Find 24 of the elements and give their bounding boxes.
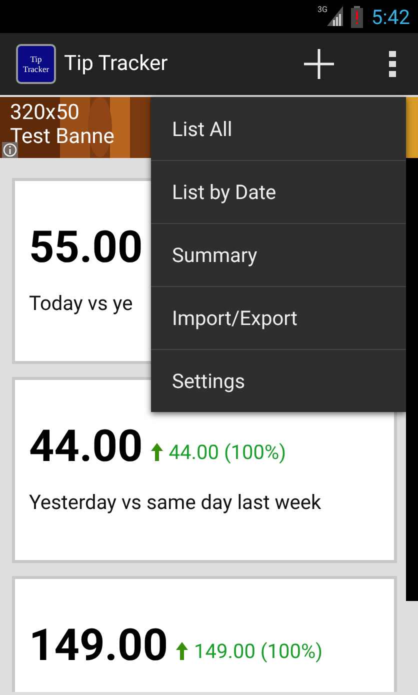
amount-value: 44.00 bbox=[29, 420, 143, 472]
comparison-caption: Today vs ye bbox=[29, 291, 134, 315]
menu-item[interactable]: Import/Export bbox=[151, 286, 406, 349]
scroll-thumb[interactable] bbox=[406, 158, 418, 601]
battery-icon bbox=[351, 6, 364, 28]
menu-button[interactable] bbox=[388, 50, 398, 78]
network-label: 3G bbox=[317, 6, 328, 14]
menu-item[interactable]: List by Date bbox=[151, 160, 406, 223]
app-title: Tip Tracker bbox=[64, 52, 169, 76]
change-text: 149.00 (100%) bbox=[194, 639, 323, 663]
menu-item[interactable]: Summary bbox=[151, 223, 406, 286]
clock: 5:42 bbox=[371, 4, 410, 28]
banner-text: Test Banne bbox=[10, 125, 114, 149]
menu-item[interactable]: Settings bbox=[151, 349, 406, 412]
info-icon[interactable] bbox=[2, 142, 18, 158]
amount-value: 149.00 bbox=[29, 619, 168, 671]
banner-text: 320x50 bbox=[10, 101, 80, 125]
add-button[interactable] bbox=[302, 47, 336, 81]
menu-item[interactable]: List All bbox=[151, 97, 406, 160]
comparison-caption: Yesterday vs same day last week bbox=[29, 490, 322, 514]
app-logo: Tip Tracker bbox=[16, 44, 56, 84]
signal-icon bbox=[327, 6, 344, 26]
change-text: 44.00 (100%) bbox=[168, 440, 286, 464]
amount-value: 55.00 bbox=[29, 221, 143, 273]
